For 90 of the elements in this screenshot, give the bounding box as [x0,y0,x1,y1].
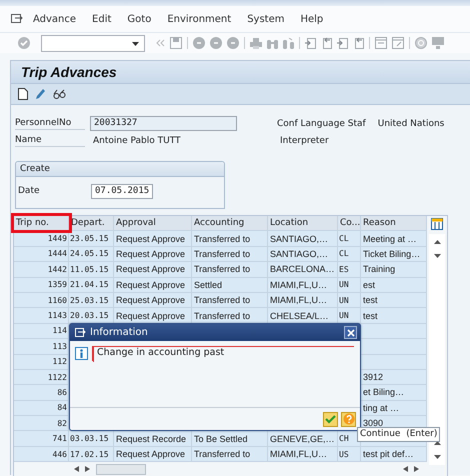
menu-item[interactable]: System [247,14,284,24]
table-cell: UN [338,278,361,293]
menu-item[interactable]: Goto [127,14,152,24]
field-label: Date [18,186,41,197]
table-cell: 114 [14,324,69,340]
table-cell: MIAMI,FL,U… [268,446,338,462]
table-cell: To Be Settled [192,431,268,447]
dialog-title: Information [90,327,148,338]
table-cell: 1444 [14,246,69,262]
position-text: Interpreter [280,136,329,146]
table-cell: Request Recorde [114,431,192,447]
table-cell: 03.03.15 [69,431,114,447]
table-cell: UN [338,292,361,308]
table-cell: test [361,308,427,324]
table-cell: Request Approve [114,246,192,262]
table-cell: US [338,446,361,462]
table-cell: Transferred to [192,246,268,262]
table-cell: 17.02.15 [69,446,114,462]
menu-item[interactable]: Help [300,14,324,24]
column-header[interactable]: Depart. [69,216,114,231]
table-cell: 113 [14,339,69,355]
table-cell: Request Approve [114,446,192,462]
table-cell: 446 [14,446,69,462]
org-unit-text: Conf Language Staf [277,118,366,128]
menu-item[interactable]: Edit [92,14,112,24]
table-cell: Transferred to [192,446,268,462]
table-cell: Meeting at … [361,231,427,247]
column-header[interactable]: Accounting [192,216,268,231]
table-cell: est [361,278,427,293]
table-cell: 1122 [14,370,69,386]
name-value: Antoine Pablo TUTT [93,136,182,146]
table-cell: 3912 [361,370,427,386]
table-cell: Ticket Biling… [361,246,427,262]
table-cell: CL [338,246,361,262]
table-cell: Training [361,262,427,278]
table-cell: 11.05.15 [69,262,114,278]
dialog-message: Change in accounting past [97,347,224,358]
group-title: Create [16,162,224,177]
table-cell: 20.03.15 [69,308,114,324]
table-cell: MIAMI,FL,U… [268,278,338,293]
table-cell: 25.03.15 [69,292,114,308]
column-header[interactable]: Reason [361,216,427,231]
column-header[interactable]: Approval [114,216,192,231]
table-cell: et Biling… [361,385,427,401]
table-cell: CHELSEA/L… [268,308,338,324]
table-cell: Request Approve [114,308,192,324]
table-cell: BARCELONA… [268,262,338,278]
table-cell: Transferred to [192,308,268,324]
table-cell: 1160 [14,292,69,308]
table-cell: Request Approve [114,278,192,293]
menu-item[interactable]: Environment [167,14,232,24]
table-cell: 1359 [14,278,69,293]
table-cell: Settled [192,278,268,293]
table-cell: 741 [14,431,69,447]
field-label: PersonnelNo [15,118,85,130]
table-cell: 24.05.15 [69,246,114,262]
table-cell: test pit def… [361,446,427,462]
screen-title: Trip Advances [21,64,117,80]
field-label: Name [15,134,85,146]
table-cell: Request Approve [114,262,192,278]
column-header[interactable]: Location [268,216,338,231]
personnel-number-field[interactable]: 20031327 [90,116,237,131]
table-cell: MIAMI,FL,U… [268,292,338,308]
table-cell: ES [338,262,361,278]
table-cell: GENEVE,GE,… [268,431,338,447]
table-cell: UN [338,308,361,324]
table-cell: 84 [14,400,69,416]
table-cell: 82 [14,416,69,432]
table-cell: 112 [14,354,69,370]
table-cell: test [361,292,427,308]
table-cell: 1143 [14,308,69,324]
table-cell: Request Approve [114,292,192,308]
table-cell: Transferred to [192,262,268,278]
table-cell: 23.05.15 [69,231,114,247]
table-cell: Request Approve [114,231,192,247]
organization-text: United Nations [378,118,444,128]
table-cell: SANTIAGO,… [268,246,338,262]
table-cell: Transferred to [192,231,268,247]
table-cell: CL [338,231,361,247]
column-header[interactable]: Co... [338,216,361,231]
table-cell: 21.04.15 [69,278,114,293]
table-cell: 86 [14,385,69,401]
table-cell: 1442 [14,262,69,278]
table-cell: Transferred to [192,292,268,308]
table-cell: SANTIAGO,… [268,231,338,247]
date-field[interactable]: 07.05.2015 [91,184,153,199]
column-header[interactable]: Trip no. [14,216,69,231]
tooltip: Continue (Enter) [357,427,440,442]
menu-item[interactable]: Advance [33,14,76,24]
table-cell: ting at … [361,400,427,416]
